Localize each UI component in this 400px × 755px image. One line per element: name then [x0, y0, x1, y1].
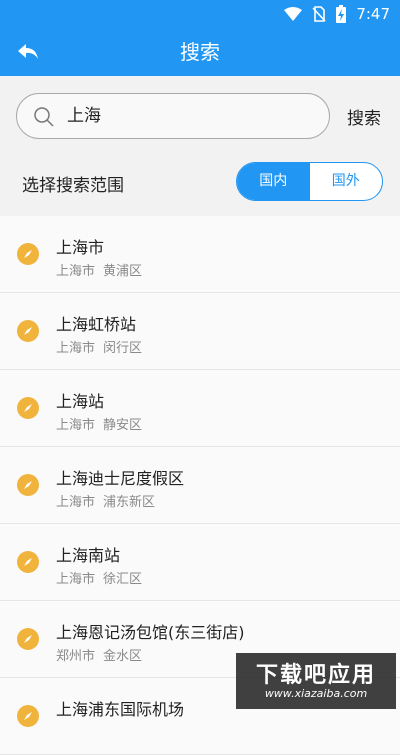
result-city: 上海市 [56, 341, 95, 356]
compass-icon [17, 551, 39, 573]
search-icon [33, 106, 55, 132]
result-address: 郑州市金水区 [56, 645, 142, 664]
list-item[interactable]: 上海迪士尼度假区 上海市浦东新区 [0, 447, 400, 524]
result-district: 浦东新区 [103, 495, 155, 510]
list-item[interactable]: 上海市 上海市黄浦区 [0, 216, 400, 293]
result-district: 徐汇区 [103, 572, 142, 587]
result-district: 静安区 [103, 418, 142, 433]
result-name: 上海虹桥站 [56, 311, 136, 335]
scope-label: 选择搜索范围 [22, 171, 124, 196]
battery-charging-icon [336, 5, 346, 23]
compass-icon [17, 705, 39, 727]
list-item[interactable]: 上海站 上海市静安区 [0, 370, 400, 447]
watermark-title: 下载吧应用 [236, 657, 396, 689]
compass-icon [17, 474, 39, 496]
result-address: 上海市黄浦区 [56, 260, 142, 279]
result-city: 上海市 [56, 572, 95, 587]
list-item[interactable]: 上海南站 上海市徐汇区 [0, 524, 400, 601]
result-address: 上海市浦东新区 [56, 491, 155, 510]
status-time: 7:47 [356, 5, 390, 23]
compass-icon [17, 397, 39, 419]
wifi-icon [284, 7, 302, 21]
compass-icon [17, 320, 39, 342]
result-city: 上海市 [56, 495, 95, 510]
result-name: 上海市 [56, 234, 104, 258]
search-input-value: 上海 [67, 94, 101, 140]
search-panel: 上海 搜索 选择搜索范围 国内 国外 [0, 76, 400, 216]
result-name: 上海南站 [56, 542, 120, 566]
watermark-url: www.xiazaiba.com [236, 687, 396, 700]
list-item[interactable]: 上海虹桥站 上海市闵行区 [0, 293, 400, 370]
result-district: 闵行区 [103, 341, 142, 356]
page-title: 搜索 [0, 28, 400, 76]
status-bar: 7:47 [0, 0, 400, 28]
compass-icon [17, 243, 39, 265]
result-address [56, 722, 64, 737]
result-city: 上海市 [56, 264, 95, 279]
result-city: 郑州市 [56, 649, 95, 664]
toolbar: 搜索 [0, 28, 400, 76]
scope-international-button[interactable]: 国外 [310, 163, 383, 200]
result-name: 上海恩记汤包馆(东三街店) [56, 619, 245, 643]
result-name: 上海浦东国际机场 [56, 696, 184, 720]
result-address: 上海市闵行区 [56, 337, 142, 356]
watermark-logo: 下载吧应用 www.xiazaiba.com [236, 653, 396, 709]
search-button[interactable]: 搜索 [347, 104, 381, 129]
search-input[interactable]: 上海 [16, 93, 330, 139]
result-address: 上海市徐汇区 [56, 568, 142, 587]
scope-toggle: 国内 国外 [236, 162, 383, 201]
no-sim-icon [312, 6, 326, 22]
compass-icon [17, 628, 39, 650]
result-name: 上海迪士尼度假区 [56, 465, 184, 489]
scope-domestic-button[interactable]: 国内 [237, 163, 310, 200]
result-district: 金水区 [103, 649, 142, 664]
result-city: 上海市 [56, 418, 95, 433]
result-name: 上海站 [56, 388, 104, 412]
result-address: 上海市静安区 [56, 414, 142, 433]
result-district: 黄浦区 [103, 264, 142, 279]
